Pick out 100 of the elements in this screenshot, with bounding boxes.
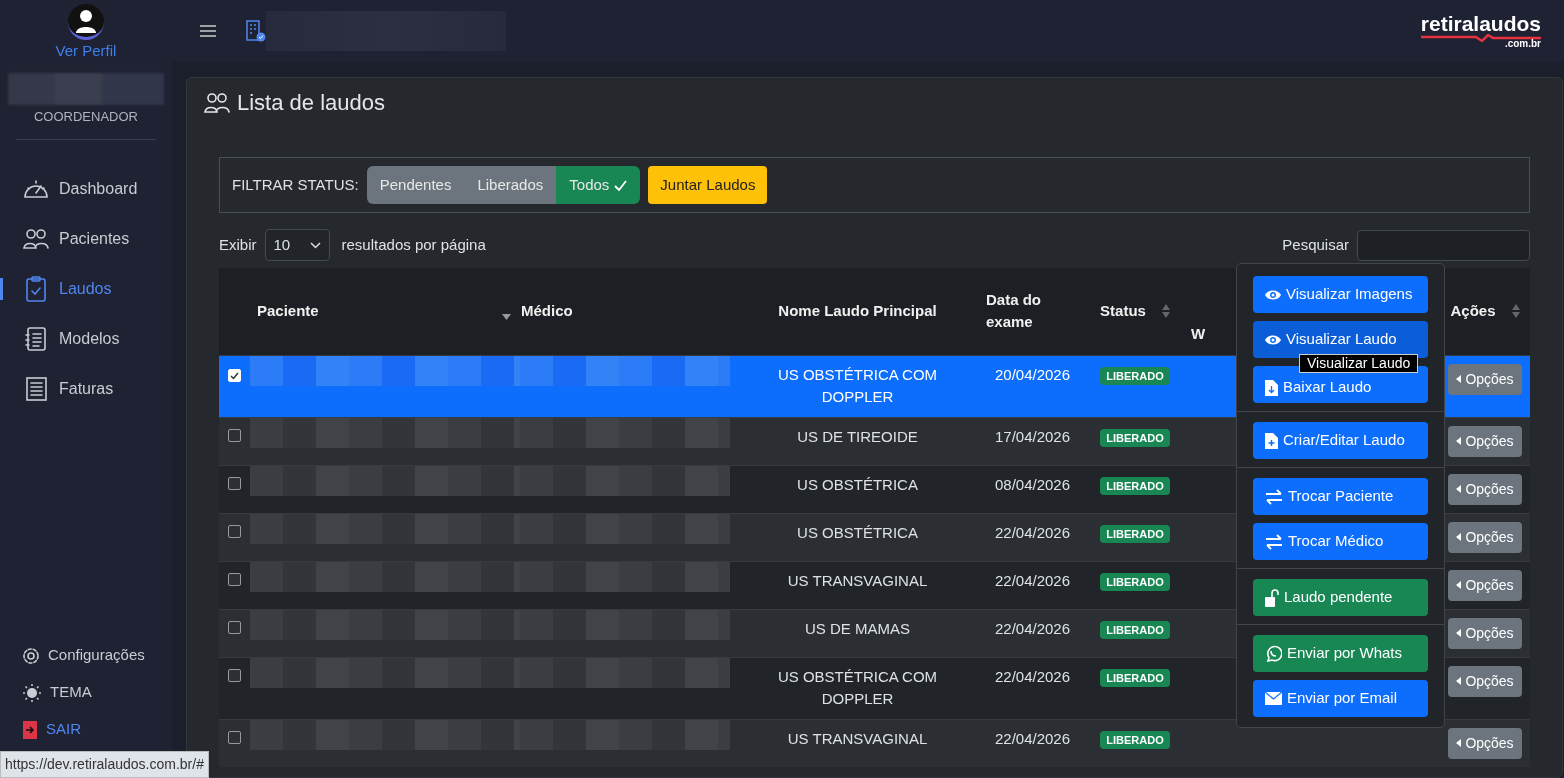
menu-button[interactable]: Trocar Paciente <box>1253 478 1428 515</box>
chevron-icon <box>309 241 321 249</box>
building-icon <box>246 20 266 42</box>
options-button[interactable]: Opções <box>1448 727 1522 759</box>
table-cell: US DE TIREOIDE <box>797 427 918 445</box>
page-size-select[interactable]: 10 <box>264 229 330 261</box>
chat-icon <box>1265 645 1282 662</box>
table-cell: US OBSTÉTRICA <box>797 475 918 493</box>
menu-icon[interactable] <box>200 25 216 37</box>
sidebar-item[interactable]: Configurações <box>0 637 172 674</box>
sidebar-item[interactable]: SAIR <box>0 711 172 748</box>
sidebar-item[interactable]: TEMA <box>0 674 172 711</box>
options-button[interactable]: Opções <box>1448 665 1522 697</box>
unlock-icon <box>1265 588 1279 607</box>
avatar-icon[interactable] <box>68 4 104 40</box>
status-badge: LIBERADO <box>1100 476 1170 495</box>
column-header[interactable]: Status <box>1100 300 1146 323</box>
column-header[interactable]: Médico <box>521 300 573 323</box>
settings-icon <box>22 646 40 665</box>
filter-button[interactable]: Todos <box>556 165 641 205</box>
caret-icon <box>1456 677 1462 685</box>
table-cell: 22/04/2026 <box>994 619 1071 637</box>
table-cell: 17/04/2026 <box>994 427 1071 445</box>
logo-domain: .com.br <box>1504 39 1541 49</box>
sidebar-item[interactable]: Pacientes <box>0 214 172 264</box>
options-button[interactable]: Opções <box>1448 521 1522 553</box>
status-badge: LIBERADO <box>1100 668 1170 687</box>
menu-button[interactable]: Visualizar Laudo <box>1253 321 1428 358</box>
row-checkbox[interactable] <box>228 620 241 634</box>
table-cell: US OBSTÉTRICA COM DOPPLER <box>777 365 938 405</box>
table-cell: 22/04/2026 <box>994 729 1071 747</box>
sort-icon[interactable] <box>502 312 511 320</box>
filter-button[interactable]: Pendentes <box>366 165 465 205</box>
swap-icon <box>1265 488 1283 505</box>
row-checkbox[interactable] <box>228 476 241 490</box>
menu-button[interactable]: Enviar por Whats <box>1253 635 1428 672</box>
profile-link[interactable]: Ver Perfil <box>0 40 172 63</box>
column-header[interactable]: Nome Laudo Principal <box>778 300 937 323</box>
column-header[interactable]: Ações <box>1450 300 1496 323</box>
menu-button[interactable]: Enviar por Email <box>1253 680 1428 717</box>
table-cell: 20/04/2026 <box>994 365 1071 383</box>
gauge-icon <box>22 177 50 201</box>
search-label: Pesquisar <box>1282 234 1349 255</box>
menu-button[interactable]: Laudo pendente <box>1253 579 1428 616</box>
options-button[interactable]: Opções <box>1448 425 1522 457</box>
options-button[interactable]: Opções <box>1448 473 1522 505</box>
user-role: COORDENADOR <box>33 107 139 126</box>
column-header[interactable]: Paciente <box>257 300 319 323</box>
status-badge: LIBERADO <box>1100 620 1170 639</box>
filter-button[interactable]: Liberados <box>464 165 557 205</box>
table-cell: US DE MAMAS <box>805 619 910 637</box>
swap-icon <box>1265 533 1283 550</box>
row-checkbox[interactable] <box>228 668 241 682</box>
table-cell: 22/04/2026 <box>994 571 1071 589</box>
file-icon <box>1265 379 1278 396</box>
sidebar-item[interactable]: Modelos <box>0 314 172 364</box>
page-title: Lista de laudos <box>237 89 385 117</box>
options-button[interactable]: Opções <box>1448 569 1522 601</box>
caret-icon <box>1456 375 1462 383</box>
caret-icon <box>1456 581 1462 589</box>
table-cell: 22/04/2026 <box>994 523 1071 541</box>
menu-button[interactable]: Visualizar Imagens <box>1253 276 1428 313</box>
caret-icon <box>1456 739 1462 747</box>
row-checkbox[interactable] <box>228 428 241 442</box>
menu-button[interactable]: Criar/Editar Laudo <box>1253 422 1428 459</box>
table-cell: 22/04/2026 <box>994 667 1071 685</box>
row-checkbox[interactable] <box>228 572 241 586</box>
caret-icon <box>1456 485 1462 493</box>
merge-button[interactable]: Juntar Laudos <box>648 165 768 205</box>
menu-button[interactable]: Trocar Médico <box>1253 523 1428 560</box>
table-cell: US OBSTÉTRICA <box>797 523 918 541</box>
mail-icon <box>1265 692 1282 705</box>
filter-label: FILTRAR STATUS: <box>232 174 359 195</box>
status-badge: LIBERADO <box>1100 730 1170 749</box>
sort-icon[interactable] <box>1511 303 1520 320</box>
table-cell: US OBSTÉTRICA COM DOPPLER <box>777 667 938 707</box>
sidebar-item[interactable]: Dashboard <box>0 164 172 214</box>
options-button[interactable]: Opções <box>1448 617 1522 649</box>
caret-icon <box>1456 629 1462 637</box>
column-header[interactable]: W <box>1191 323 1206 346</box>
file-plus-icon <box>1265 432 1278 449</box>
length-label: Exibir <box>219 234 257 255</box>
caret-icon <box>1456 437 1462 445</box>
row-checkbox[interactable] <box>228 524 241 538</box>
people-icon <box>203 90 231 115</box>
length-label: resultados por página <box>341 234 486 255</box>
search-field[interactable] <box>1357 229 1530 261</box>
sun-icon <box>22 682 42 703</box>
status-badge: LIBERADO <box>1100 524 1170 543</box>
exit-icon <box>22 720 38 739</box>
options-button[interactable]: Opções <box>1448 363 1522 395</box>
check-icon <box>614 179 628 191</box>
sort-icon[interactable] <box>1161 303 1170 320</box>
sidebar-item[interactable]: Laudos <box>0 264 172 314</box>
status-badge: LIBERADO <box>1100 366 1170 385</box>
table-cell: US TRANSVAGINAL <box>787 729 928 747</box>
row-checkbox[interactable] <box>228 730 241 744</box>
table-cell: US TRANSVAGINAL <box>787 571 928 589</box>
people-icon <box>22 227 50 251</box>
sidebar-item[interactable]: Faturas <box>0 364 172 414</box>
